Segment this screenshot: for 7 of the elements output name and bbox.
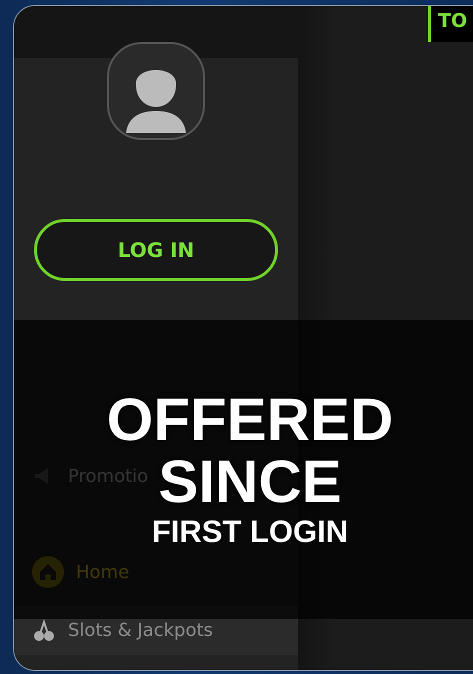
banner-text: SINCE [158,450,342,513]
cherry-icon [32,618,56,642]
banner-text: OFFERED [106,389,394,451]
banner-text: FIRST LOGIN [152,512,348,550]
login-button[interactable]: LOG IN [34,219,278,281]
user-avatar-icon[interactable] [106,41,206,141]
header-tab[interactable]: TO [428,6,473,42]
